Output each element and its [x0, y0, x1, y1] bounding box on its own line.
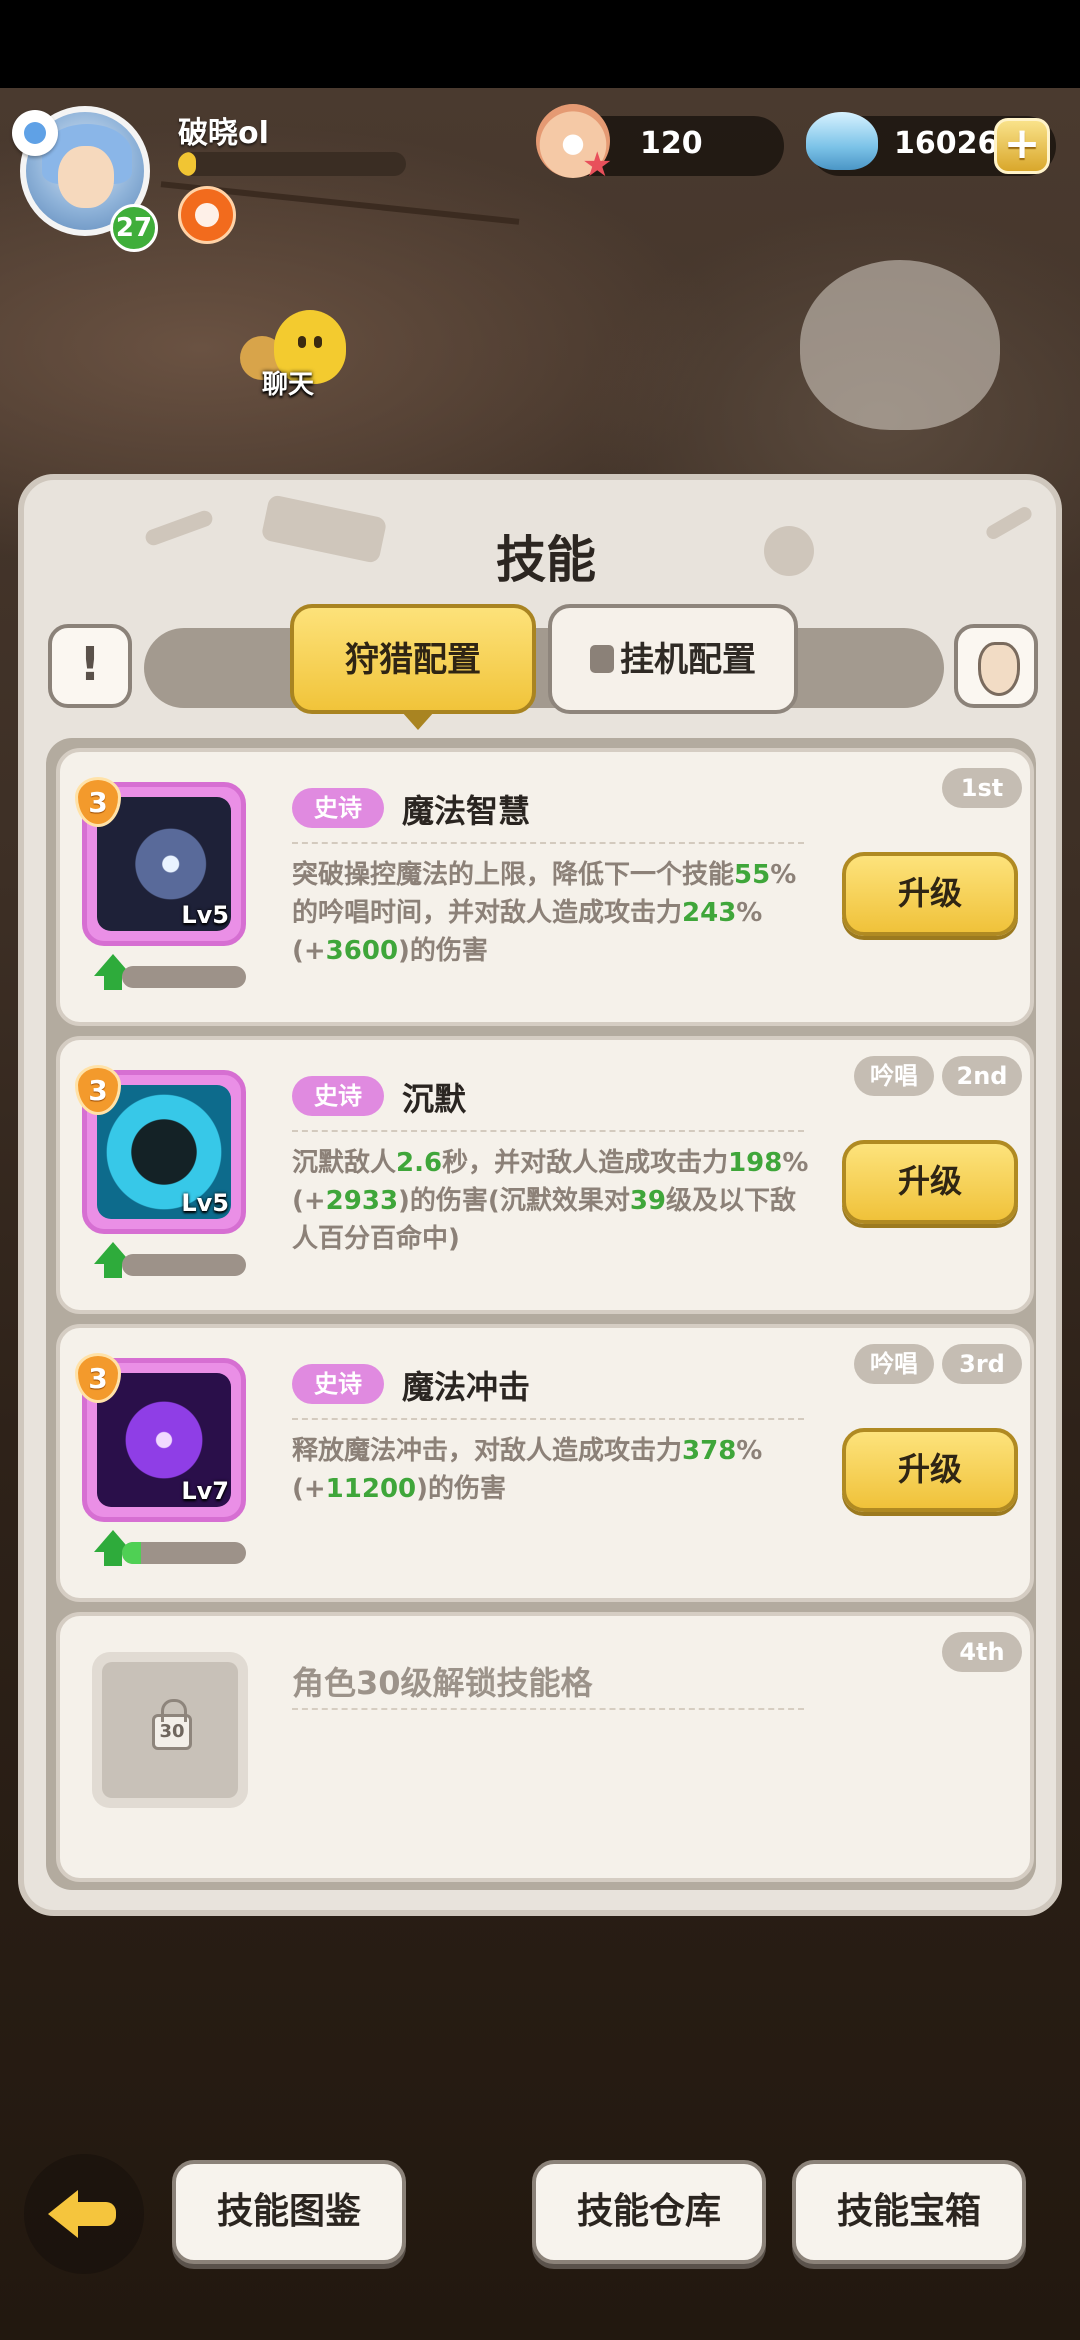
skill-name: 沉默	[402, 1080, 467, 1118]
info-button[interactable]: !	[48, 624, 132, 708]
skill-storage-button[interactable]: 技能仓库	[532, 2160, 766, 2264]
description-text: )的伤害(沉默效果对	[398, 1186, 630, 1216]
unlock-requirement-text: 角色30级解锁技能格	[292, 1664, 593, 1702]
exp-bar-fill	[178, 152, 197, 176]
locked-slot-frame: 30	[92, 1652, 248, 1808]
description-text: )的伤害	[416, 1474, 507, 1504]
divider	[292, 1708, 804, 1710]
upgrade-button[interactable]: 升级	[842, 1140, 1018, 1224]
description-text: 沉默敌人	[292, 1148, 397, 1178]
highlight-value: 243	[682, 898, 737, 928]
skill-level: Lv7	[181, 1477, 229, 1505]
skill-name: 魔法智慧	[402, 792, 531, 830]
description-text: 释放魔法冲击，对敌人造成攻击力	[292, 1436, 683, 1466]
pearl-count: 120	[640, 126, 703, 161]
skill-order-badge: 4th	[942, 1632, 1022, 1672]
skills-panel: 技能 ! 狩猎配置 挂机配置 1st Lv5 3 史诗 魔法智慧 突破操控魔法的…	[18, 474, 1062, 1916]
starfish-icon: ★	[582, 145, 613, 185]
skill-icon-slot[interactable]: Lv5 3	[75, 777, 246, 946]
status-bar	[0, 0, 1080, 88]
tap-hint-button[interactable]	[954, 624, 1038, 708]
highlight-value: 2933	[325, 1186, 399, 1216]
skill-description: 沉默敌人2.6秒，并对敌人造成攻击力198%(+2933)的伤害(沉默效果对39…	[292, 1144, 812, 1258]
divider	[292, 842, 804, 844]
upgrade-button[interactable]: 升级	[842, 1428, 1018, 1512]
skill-description: 突破操控魔法的上限，降低下一个技能55%的吟唱时间，并对敌人造成攻击力243%(…	[292, 856, 812, 970]
rarity-badge: 史诗	[292, 1364, 384, 1404]
highlight-value: 11200	[325, 1474, 417, 1504]
upgrade-progress-fill	[122, 1542, 141, 1564]
avatar-face	[58, 146, 114, 208]
back-button[interactable]	[24, 2154, 144, 2274]
divider	[292, 1130, 804, 1132]
tab-idle-config[interactable]: 挂机配置	[548, 604, 798, 714]
shell-icon	[806, 112, 878, 170]
upgrade-button[interactable]: 升级	[842, 852, 1018, 936]
skill-level: Lv5	[181, 1189, 229, 1217]
rarity-badge: 史诗	[292, 788, 384, 828]
description-text: )的伤害	[398, 936, 488, 966]
highlight-value: 198	[728, 1148, 783, 1178]
divider	[292, 1418, 804, 1420]
skill-icon-slot[interactable]: Lv5 3	[75, 1065, 246, 1234]
add-currency-button[interactable]: +	[994, 118, 1050, 174]
skill-order-badge: 3rd	[942, 1344, 1022, 1384]
background-skull	[800, 260, 1000, 430]
skill-order-badge: 1st	[942, 768, 1022, 808]
skill-chest-button[interactable]: 技能宝箱	[792, 2160, 1026, 2264]
skill-description: 释放魔法冲击，对敌人造成攻击力378%(+11200)的伤害	[292, 1432, 812, 1508]
locked-skill-slot[interactable]: 4th 30 角色30级解锁技能格	[56, 1612, 1034, 1882]
tab-hunting-config[interactable]: 狩猎配置	[290, 604, 536, 730]
description-text: 秒，并对敌人造成攻击力	[442, 1148, 729, 1178]
skill-card-1[interactable]: 1st Lv5 3 史诗 魔法智慧 突破操控魔法的上限，降低下一个技能55%的吟…	[56, 748, 1034, 1026]
skill-order-badge: 2nd	[942, 1056, 1022, 1096]
player-level-badge: 27	[110, 204, 158, 252]
skill-card-2[interactable]: 吟唱 2nd Lv5 3 史诗 沉默 沉默敌人2.6秒，并对敌人造成攻击力198…	[56, 1036, 1034, 1314]
event-badge-icon[interactable]	[178, 186, 236, 244]
back-arrow-icon	[48, 2190, 116, 2238]
description-text: 突破操控魔法的上限，降低下一个技能	[292, 860, 735, 890]
chat-label: 聊天	[262, 370, 315, 400]
tab-idle-config-label: 挂机配置	[620, 640, 756, 680]
highlight-value: 39	[629, 1186, 667, 1216]
skill-name: 魔法冲击	[402, 1368, 531, 1406]
highlight-value: 3600	[325, 936, 399, 966]
upgrade-progress-bar	[122, 1254, 246, 1276]
player-name: 破晓ol	[178, 116, 269, 151]
chant-badge: 吟唱	[854, 1344, 934, 1384]
skill-icon-slot[interactable]: Lv7 3	[75, 1353, 246, 1522]
shell-count: 16026	[894, 126, 999, 161]
chant-badge: 吟唱	[854, 1056, 934, 1096]
highlight-value: 55	[734, 860, 771, 890]
upgrade-progress-bar	[122, 966, 246, 988]
skill-level: Lv5	[181, 901, 229, 929]
padlock-icon: 30	[152, 1699, 192, 1750]
pointing-hand-icon	[978, 642, 1020, 696]
skill-codex-button[interactable]: 技能图鉴	[172, 2160, 406, 2264]
highlight-value: 378	[682, 1436, 737, 1466]
panel-title: 技能	[496, 531, 596, 589]
highlight-value: 2.6	[396, 1148, 443, 1178]
tabs-track	[144, 628, 944, 708]
rarity-badge: 史诗	[292, 1076, 384, 1116]
exp-bar	[178, 152, 406, 176]
lock-icon	[590, 644, 614, 673]
upgrade-progress-bar	[122, 1542, 246, 1564]
skill-card-3[interactable]: 吟唱 3rd Lv7 3 史诗 魔法冲击 释放魔法冲击，对敌人造成攻击力378%…	[56, 1324, 1034, 1602]
satellite-icon[interactable]	[12, 110, 58, 156]
